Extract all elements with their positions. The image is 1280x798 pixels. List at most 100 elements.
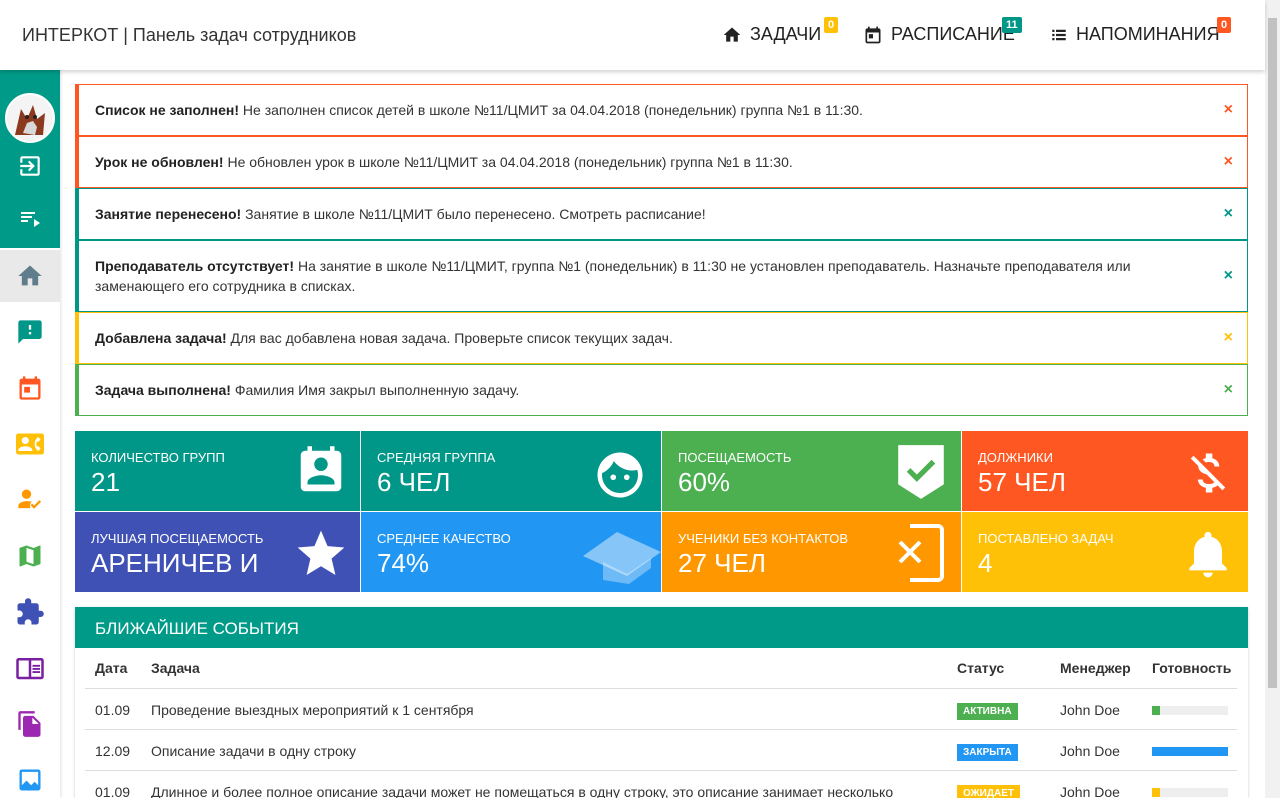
person-check-icon <box>18 489 42 509</box>
stat-label: Ученики без контактов <box>678 531 849 546</box>
avatar[interactable] <box>5 93 55 143</box>
event-task: Проведение выездных мероприятий к 1 сент… <box>151 702 474 718</box>
event-manager: John Doe <box>1060 784 1120 798</box>
table-row[interactable]: 01.09 Проведение выездных мероприятий к … <box>85 688 1237 729</box>
table-row[interactable]: 12.09 Описание задачи в одну строку Закр… <box>85 729 1237 770</box>
nav-tasks-badge: 0 <box>824 17 839 33</box>
calendar-icon <box>19 376 41 400</box>
alert-title: Занятие перенесено! <box>95 206 242 222</box>
sidebar-item-map[interactable] <box>0 530 60 582</box>
shield-check-icon <box>898 445 944 499</box>
list-icon <box>1052 29 1066 40</box>
top-bar: ИНТЕРКОТ | Панель задач сотрудников ЗАДА… <box>0 0 1265 70</box>
column-header-status[interactable]: Статус <box>957 660 1004 676</box>
column-header-task[interactable]: Задача <box>151 660 200 676</box>
close-icon[interactable]: × <box>1224 152 1233 172</box>
close-icon[interactable]: × <box>1224 380 1233 400</box>
alert-text: Фамилия Имя закрыл выполненную задачу. <box>230 382 520 398</box>
playlist-icon <box>21 212 40 227</box>
graduation-icon <box>583 532 661 584</box>
stat-value: 6 чел <box>377 467 451 497</box>
stat-label: Количество групп <box>91 450 225 465</box>
table-row[interactable]: 01.09 Длинное и более полное описание за… <box>85 770 1237 798</box>
logout-icon <box>20 156 40 176</box>
stat-groups-count[interactable]: Количество групп 21 <box>75 431 360 511</box>
feedback-icon <box>18 320 42 344</box>
upcoming-events-panel: Ближайшие события Дата Задача Статус Мен… <box>75 607 1248 798</box>
nav-reminders[interactable]: НАПОМИНАНИЯ 0 <box>1050 17 1232 45</box>
stat-avg-quality[interactable]: Среднее качество 74% <box>361 512 661 592</box>
alert-text: Занятие в школе №11/ЦМИТ было перенесено… <box>241 206 706 222</box>
sidebar-item-logout[interactable] <box>0 140 60 192</box>
nav-tasks[interactable]: ЗАДАЧИ 0 <box>722 17 839 45</box>
status-badge: Активна <box>957 703 1018 720</box>
stat-avg-group[interactable]: Средняя группа 6 чел <box>361 431 661 511</box>
stat-label: Должники <box>978 450 1053 465</box>
stat-label: Поставлено задач <box>978 531 1114 546</box>
progress-bar <box>1152 788 1228 797</box>
event-date: 01.09 <box>95 702 131 718</box>
alert-task-done: Задача выполнена! Фамилия Имя закрыл вып… <box>75 364 1248 416</box>
event-task: Описание задачи в одну строку <box>151 743 357 759</box>
progress-fill <box>1152 788 1160 797</box>
sidebar-item-contacts[interactable] <box>0 418 60 470</box>
close-icon[interactable]: × <box>1224 100 1233 120</box>
face-icon <box>597 452 643 498</box>
stat-value: 74% <box>377 548 430 578</box>
close-icon[interactable]: × <box>1224 204 1233 224</box>
column-header-progress[interactable]: Готовность <box>1152 660 1231 676</box>
progress-fill <box>1152 747 1228 756</box>
badge-icon <box>300 446 342 492</box>
sidebar-item-menu[interactable] <box>0 192 60 244</box>
map-icon <box>19 545 41 567</box>
stat-value: 4 <box>978 548 993 578</box>
sidebar-item-feedback[interactable] <box>0 306 60 358</box>
close-icon[interactable]: × <box>1224 266 1233 286</box>
alert-title: Задача выполнена! <box>95 382 231 398</box>
stat-tasks-set[interactable]: Поставлено задач 4 <box>962 512 1248 592</box>
contacts-icon <box>16 433 44 455</box>
sidebar-item-calendar[interactable] <box>0 362 60 414</box>
event-date: 01.09 <box>95 784 131 798</box>
scrollbar-thumb[interactable] <box>1268 18 1277 688</box>
chart-icon <box>19 769 41 791</box>
stat-attendance[interactable]: Посещаемость 60% <box>662 431 961 511</box>
alert-title: Преподаватель отсутствует! <box>95 258 295 274</box>
cat-logo-icon <box>7 95 53 141</box>
stat-value: 60% <box>678 467 731 497</box>
nav-tasks-label: ЗАДАЧИ <box>750 24 822 44</box>
sidebar-item-extensions[interactable] <box>0 586 60 638</box>
status-badge: Ожидает <box>957 785 1020 798</box>
status-badge: Закрыта <box>957 744 1018 761</box>
sidebar-item-stats[interactable] <box>0 754 60 798</box>
column-header-manager[interactable]: Менеджер <box>1060 660 1131 676</box>
bell-icon <box>1189 531 1227 578</box>
alert-title: Добавлена задача! <box>95 330 227 346</box>
alert-list-not-filled: Список не заполнен! Не заполнен список д… <box>75 84 1248 136</box>
event-task: Длинное и более полное описание задачи м… <box>151 784 894 798</box>
event-manager: John Doe <box>1060 702 1120 718</box>
stat-value: Ареничев И <box>91 548 259 578</box>
alert-text: Не обновлен урок в школе №11/ЦМИТ за 04.… <box>223 154 793 170</box>
sidebar-item-journal[interactable] <box>0 642 60 694</box>
documents-icon <box>18 711 41 737</box>
sidebar-item-home[interactable] <box>0 250 60 302</box>
stat-no-contacts[interactable]: Ученики без контактов 27 чел <box>662 512 961 592</box>
sidebar-item-staff[interactable] <box>0 474 60 526</box>
stat-best-attendance[interactable]: Лучшая посещаемость Ареничев И <box>75 512 360 592</box>
event-manager: John Doe <box>1060 743 1120 759</box>
column-header-date[interactable]: Дата <box>95 660 127 676</box>
alert-teacher-absent: Преподаватель отсутствует! На занятие в … <box>75 240 1248 312</box>
home-icon <box>723 27 741 42</box>
progress-bar <box>1152 747 1228 756</box>
page-scrollbar[interactable] <box>1265 0 1280 798</box>
alert-lesson-moved: Занятие перенесено! Занятие в школе №11/… <box>75 188 1248 240</box>
no-phone-icon <box>898 524 944 582</box>
stat-debtors[interactable]: Должники 57 чел <box>962 431 1248 511</box>
alert-lesson-not-updated: Урок не обновлен! Не обновлен урок в шко… <box>75 136 1248 188</box>
app-title: ИНТЕРКОТ | Панель задач сотрудников <box>22 25 357 45</box>
sidebar-item-documents[interactable] <box>0 698 60 750</box>
nav-schedule[interactable]: РАСПИСАНИЕ 11 <box>863 17 1022 45</box>
alert-text: Не заполнен список детей в школе №11/ЦМИ… <box>239 102 863 118</box>
close-icon[interactable]: × <box>1224 328 1233 348</box>
